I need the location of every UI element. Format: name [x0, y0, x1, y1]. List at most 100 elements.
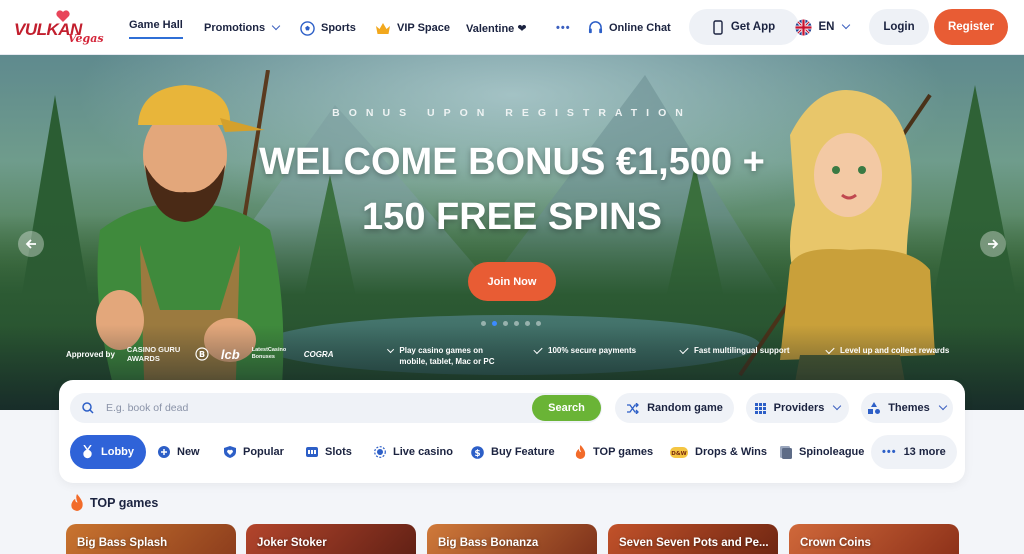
- feature-multiplatform-label: Play casino games on mobile, tablet, Mac…: [399, 346, 495, 366]
- game-card[interactable]: Big Bass Bonanza: [427, 524, 597, 554]
- nav-valentine[interactable]: Valentine ❤: [466, 17, 527, 39]
- category-slots-label: Slots: [325, 446, 352, 458]
- nav-game-hall[interactable]: Game Hall: [129, 15, 183, 39]
- category-buy-feature-label: Buy Feature: [491, 446, 555, 458]
- language-selector[interactable]: EN: [787, 9, 857, 45]
- approved-by-label: Approved by: [66, 349, 115, 359]
- plus-circle-icon: [158, 446, 170, 458]
- category-popular[interactable]: Popular: [224, 435, 284, 469]
- nav-sports[interactable]: Sports: [300, 17, 356, 39]
- game-card[interactable]: Seven Seven Pots and Pe...: [608, 524, 778, 554]
- check-icon: [825, 344, 835, 355]
- get-app-button[interactable]: Get App: [689, 9, 799, 45]
- category-spinoleague[interactable]: Spinoleague: [780, 435, 864, 469]
- hero-title-line2: 150 FREE SPINS: [362, 196, 662, 238]
- game-card[interactable]: Big Bass Splash: [66, 524, 236, 554]
- chevron-down-icon: [842, 20, 851, 30]
- providers-dropdown[interactable]: Providers: [746, 393, 849, 423]
- more-dots-icon: •••: [882, 446, 897, 458]
- soccer-ball-icon: [300, 20, 315, 36]
- search-input[interactable]: [106, 402, 486, 414]
- get-app-label: Get App: [730, 21, 776, 33]
- crown-icon: [376, 22, 390, 34]
- slide-dot[interactable]: [525, 321, 530, 326]
- latest-casino-bonuses-badge: LatestCasino Bonuses: [251, 347, 287, 360]
- category-live-casino[interactable]: Live casino: [374, 435, 453, 469]
- feature-multiplatform: Play casino games on mobile, tablet, Mac…: [387, 345, 513, 367]
- top-games-title: TOP games: [90, 495, 159, 510]
- nav-vip-space[interactable]: VIP Space: [375, 17, 450, 39]
- slide-dot[interactable]: [536, 321, 541, 326]
- award-badge-icon: B: [195, 347, 209, 361]
- themes-label: Themes: [888, 402, 930, 414]
- slide-dot[interactable]: [503, 321, 508, 326]
- dollar-coin-icon: $: [471, 445, 484, 459]
- medal-icon: [83, 445, 92, 459]
- svg-text:D&W: D&W: [671, 451, 686, 457]
- nav-vip-space-label: VIP Space: [397, 22, 450, 34]
- search-button-label: Search: [548, 402, 585, 414]
- providers-label: Providers: [773, 402, 825, 414]
- arrow-left-icon: [25, 239, 36, 249]
- feature-support: Fast multilingual support: [679, 344, 790, 356]
- random-game-label: Random game: [647, 402, 723, 414]
- slide-dot-active[interactable]: [492, 321, 497, 326]
- nav-game-hall-label: Game Hall: [129, 19, 183, 31]
- category-new-label: New: [177, 446, 200, 458]
- register-button[interactable]: Register: [934, 9, 1008, 45]
- category-lobby[interactable]: Lobby: [70, 435, 146, 469]
- category-more-button[interactable]: ••• 13 more: [871, 435, 957, 469]
- game-card[interactable]: Crown Coins: [789, 524, 959, 554]
- category-drops-wins-label: Drops & Wins: [695, 446, 768, 458]
- svg-text:B: B: [199, 350, 205, 359]
- hero-prev-button[interactable]: [18, 231, 44, 257]
- nav-more[interactable]: •••: [556, 17, 571, 39]
- nav-promotions-label: Promotions: [204, 22, 266, 34]
- game-card-title: Crown Coins: [800, 537, 871, 549]
- slide-dot[interactable]: [514, 321, 519, 326]
- drops-wins-icon: D&W: [670, 446, 688, 458]
- nav-valentine-label: Valentine ❤: [466, 22, 527, 35]
- live-dot-icon: [374, 446, 386, 458]
- login-button[interactable]: Login: [869, 9, 929, 45]
- category-top-games[interactable]: TOP games: [575, 435, 653, 469]
- themes-dropdown[interactable]: Themes: [861, 393, 953, 423]
- game-card-title: Big Bass Splash: [77, 537, 168, 549]
- brand-logo[interactable]: VULKAN Vegas: [14, 8, 114, 48]
- join-now-button[interactable]: Join Now: [468, 262, 556, 301]
- casino-guru-badge: CASINO GURU AWARDS: [126, 345, 181, 363]
- top-games-heading: TOP games: [70, 494, 158, 511]
- nav-online-chat[interactable]: Online Chat: [588, 17, 671, 39]
- nav-promotions[interactable]: Promotions: [204, 17, 281, 39]
- feature-support-label: Fast multilingual support: [694, 346, 790, 355]
- slide-indicators: [481, 321, 541, 326]
- shuffle-icon: [627, 402, 640, 414]
- search-button[interactable]: Search: [532, 395, 601, 421]
- category-new[interactable]: New: [158, 435, 200, 469]
- hero-title: WELCOME BONUS €1,500 + 150 FREE SPINS: [0, 135, 1024, 245]
- game-card[interactable]: Joker Stoker: [246, 524, 416, 554]
- login-label: Login: [883, 21, 915, 33]
- category-slots[interactable]: Slots: [306, 435, 352, 469]
- category-spinoleague-label: Spinoleague: [799, 446, 865, 458]
- more-dots-icon: •••: [556, 22, 571, 34]
- nav-sports-label: Sports: [321, 22, 356, 34]
- top-header: VULKAN Vegas Game Hall Promotions Sports…: [0, 0, 1024, 55]
- chevron-down-icon: [833, 401, 842, 411]
- check-icon: [387, 345, 395, 354]
- flame-icon: [71, 494, 83, 511]
- chevron-down-icon: [938, 401, 948, 411]
- random-game-button[interactable]: Random game: [615, 393, 734, 423]
- category-buy-feature[interactable]: $ Buy Feature: [471, 435, 555, 469]
- hero-subtitle: BONUS UPON REGISTRATION: [332, 107, 692, 119]
- cogra-badge: COGRA: [303, 349, 334, 359]
- headset-icon: [588, 21, 603, 34]
- svg-text:$: $: [474, 449, 480, 459]
- hero-next-button[interactable]: [980, 231, 1006, 257]
- feature-rewards-label: Level up and collect rewards: [840, 346, 950, 355]
- search-icon: [82, 402, 94, 414]
- lcb-badge: lcb: [220, 346, 240, 362]
- slide-dot[interactable]: [481, 321, 486, 326]
- category-drops-wins[interactable]: D&W Drops & Wins: [670, 435, 767, 469]
- feature-rewards: Level up and collect rewards: [825, 344, 950, 356]
